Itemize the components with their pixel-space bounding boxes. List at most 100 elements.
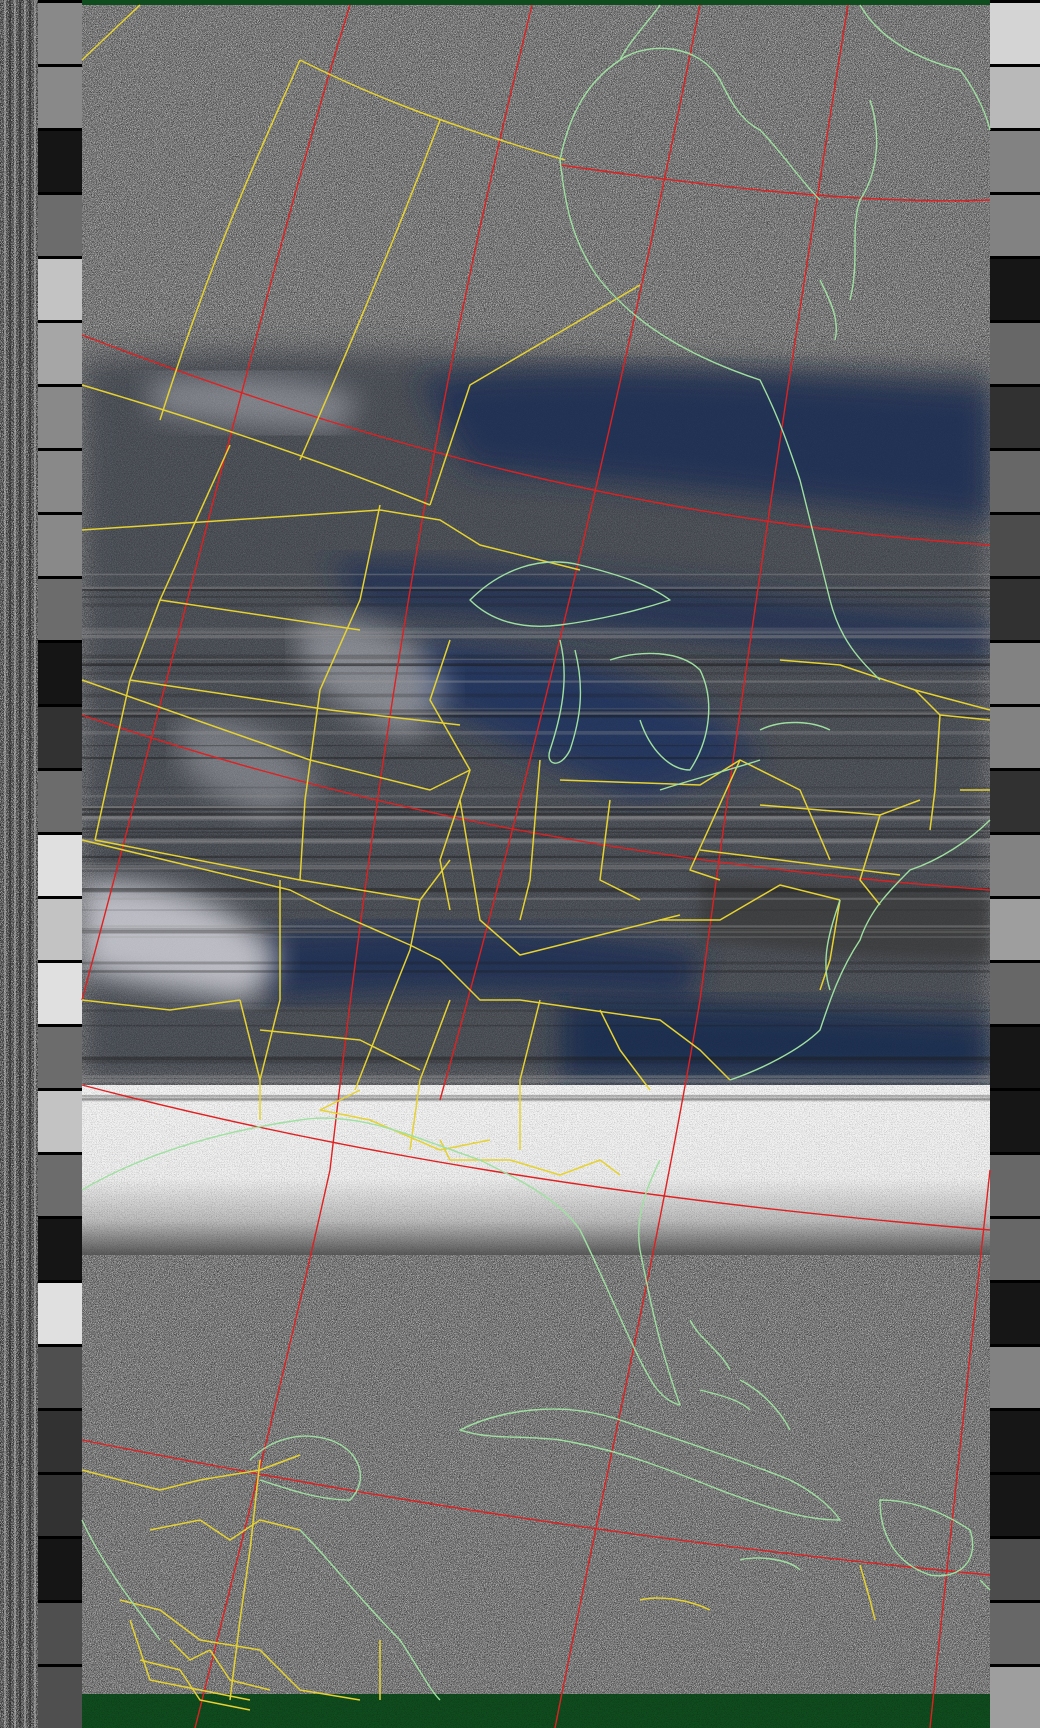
- telemetry-wedge: [990, 192, 1040, 256]
- saturation-band-noise: [82, 1085, 990, 1255]
- telemetry-wedge-divider: [990, 1536, 1040, 1539]
- telemetry-wedge: [38, 832, 82, 896]
- telemetry-wedge: [38, 1216, 82, 1280]
- imagery-layer: [0, 0, 1040, 1728]
- telemetry-wedge-divider: [38, 1088, 82, 1091]
- telemetry-wedge: [38, 640, 82, 704]
- telemetry-wedge-divider: [38, 576, 82, 579]
- telemetry-wedge-divider: [38, 1472, 82, 1475]
- telemetry-wedge: [38, 512, 82, 576]
- telemetry-wedge: [38, 1408, 82, 1472]
- telemetry-wedge: [990, 512, 1040, 576]
- scanline-streak: [82, 1056, 990, 1061]
- telemetry-wedge: [990, 960, 1040, 1024]
- telemetry-wedge: [990, 1088, 1040, 1152]
- telemetry-wedge-divider: [990, 1024, 1040, 1027]
- telemetry-wedge: [38, 1600, 82, 1664]
- scanline-streak: [82, 860, 990, 863]
- telemetry-wedge-divider: [38, 1344, 82, 1347]
- sync-line: [9, 0, 11, 1728]
- telemetry-wedge: [38, 1280, 82, 1344]
- telemetry-wedge-divider: [38, 384, 82, 387]
- telemetry-wedge-divider: [38, 960, 82, 963]
- scanline-streak: [82, 870, 990, 872]
- scanline-streak: [82, 589, 990, 592]
- telemetry-wedge: [990, 704, 1040, 768]
- sync-line: [14, 0, 16, 1728]
- telemetry-wedge-divider: [990, 512, 1040, 515]
- telemetry-wedge: [990, 1024, 1040, 1088]
- sync-line: [4, 0, 6, 1728]
- telemetry-wedge-divider: [38, 1024, 82, 1027]
- telemetry-wedge-divider: [990, 1664, 1040, 1667]
- telemetry-wedge: [990, 320, 1040, 384]
- scanline-streak: [82, 970, 990, 973]
- telemetry-wedge: [38, 256, 82, 320]
- telemetry-wedge-divider: [990, 1408, 1040, 1411]
- scanline-streak: [82, 1075, 990, 1079]
- telemetry-wedge: [990, 1664, 1040, 1728]
- telemetry-wedge-divider: [38, 1216, 82, 1219]
- telemetry-wedge-divider: [990, 1152, 1040, 1155]
- telemetry-wedge-divider: [38, 768, 82, 771]
- scanline-streak: [82, 841, 990, 844]
- telemetry-wedge: [990, 1152, 1040, 1216]
- scanline-streak: [82, 786, 990, 789]
- telemetry-wedge-divider: [990, 1088, 1040, 1091]
- telemetry-wedge-divider: [38, 1408, 82, 1411]
- telemetry-wedge: [990, 832, 1040, 896]
- scanline-streak: [82, 627, 990, 630]
- telemetry-wedge: [38, 1664, 82, 1728]
- telemetry-wedge: [38, 192, 82, 256]
- telemetry-wedge: [990, 1216, 1040, 1280]
- satellite-image: [0, 0, 1040, 1728]
- telemetry-wedge: [38, 1472, 82, 1536]
- telemetry-wedge: [38, 896, 82, 960]
- telemetry-wedge-divider: [990, 192, 1040, 195]
- scanline-streak: [82, 855, 990, 859]
- telemetry-wedge-divider: [990, 320, 1040, 323]
- telemetry-wedge: [990, 64, 1040, 128]
- telemetry-wedge-divider: [38, 704, 82, 707]
- scanline-streak: [82, 586, 990, 589]
- scanline-streak: [82, 930, 990, 934]
- scanline-streak: [82, 663, 990, 666]
- telemetry-wedge: [990, 0, 1040, 64]
- telemetry-wedge-divider: [38, 64, 82, 67]
- scanline-streak: [82, 936, 990, 938]
- telemetry-wedge: [990, 1344, 1040, 1408]
- top-green-line: [82, 0, 990, 5]
- scanline-streak: [82, 693, 990, 698]
- telemetry-wedge: [38, 704, 82, 768]
- scanline-streak: [82, 745, 990, 747]
- scanline-streak: [82, 631, 990, 635]
- telemetry-wedge-divider: [990, 1600, 1040, 1603]
- telemetry-wedge-divider: [38, 1280, 82, 1283]
- scanline-streak: [82, 654, 990, 656]
- telemetry-wedge-divider: [990, 1344, 1040, 1347]
- telemetry-wedge-divider: [990, 1280, 1040, 1283]
- scanline-streak: [82, 961, 990, 965]
- telemetry-wedge-divider: [990, 704, 1040, 707]
- telemetry-wedge-divider: [38, 1152, 82, 1155]
- telemetry-wedge: [990, 1600, 1040, 1664]
- sync-line: [24, 0, 26, 1728]
- telemetry-wedge-divider: [990, 384, 1040, 387]
- telemetry-wedge: [38, 320, 82, 384]
- scanline-streak: [82, 890, 990, 893]
- scanline-streak: [82, 1060, 990, 1064]
- telemetry-wedge-divider: [990, 1472, 1040, 1475]
- right-sync-strip: [990, 0, 1040, 1728]
- telemetry-wedge: [990, 128, 1040, 192]
- scanline-streak: [82, 672, 990, 675]
- telemetry-wedge-divider: [990, 1216, 1040, 1219]
- telemetry-wedge: [990, 640, 1040, 704]
- telemetry-wedge-divider: [990, 256, 1040, 259]
- telemetry-wedge: [38, 960, 82, 1024]
- telemetry-wedge-divider: [990, 0, 1040, 3]
- green-bar-noise: [82, 1694, 990, 1728]
- scanline-streak: [82, 794, 990, 798]
- telemetry-wedge-divider: [38, 0, 82, 3]
- scanline-streak: [82, 897, 990, 900]
- scanline-streak: [82, 1098, 990, 1102]
